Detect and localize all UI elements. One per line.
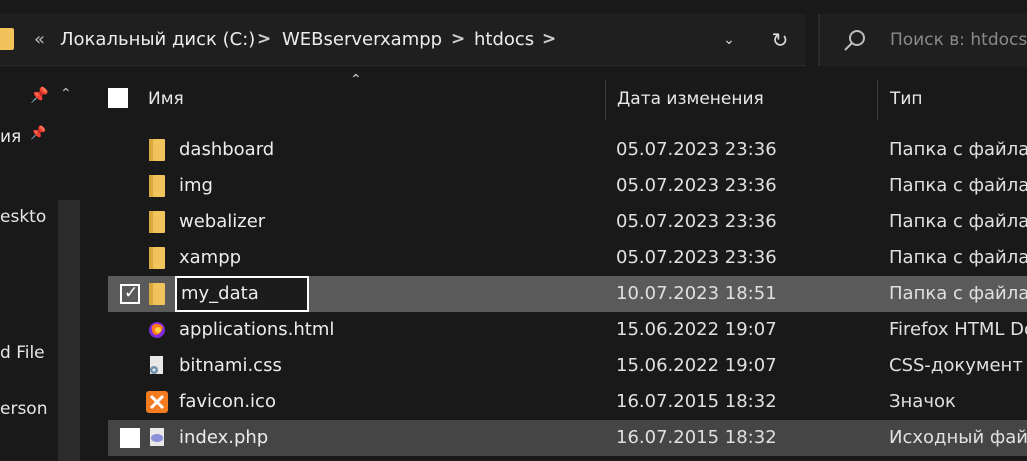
sort-ascending-icon: ⌃ bbox=[350, 72, 362, 88]
column-header: ⌃ Имя Дата изменения Тип bbox=[80, 72, 1027, 120]
file-explorer-window: « Локальный диск (C:) > WEBserverxampp >… bbox=[0, 0, 1027, 461]
file-type: CSS-документ bbox=[889, 355, 1023, 376]
overflow-chevron-icon[interactable]: « bbox=[34, 28, 45, 52]
address-bar[interactable]: « Локальный диск (C:) > WEBserverxampp >… bbox=[0, 14, 806, 66]
list-item[interactable]: webalizer 05.07.2023 23:36 Папка с файла… bbox=[108, 204, 1027, 240]
file-type: Папка с файлами bbox=[889, 175, 1027, 196]
column-name[interactable]: Имя bbox=[148, 88, 184, 110]
nav-item-quick-access[interactable]: ия bbox=[0, 124, 30, 150]
column-type[interactable]: Тип bbox=[890, 88, 923, 110]
file-name: applications.html bbox=[179, 319, 335, 340]
file-date: 10.07.2023 18:51 bbox=[616, 283, 777, 304]
file-name: img bbox=[179, 175, 213, 196]
file-date: 16.07.2015 18:32 bbox=[616, 391, 777, 412]
file-type: Папка с файлами bbox=[889, 139, 1027, 160]
file-name: index.php bbox=[179, 427, 269, 448]
search-input[interactable] bbox=[890, 28, 1027, 52]
breadcrumb-separator-icon[interactable]: > bbox=[542, 26, 556, 52]
chevron-up-icon[interactable]: ⌃ bbox=[60, 86, 72, 102]
list-item[interactable]: applications.html 15.06.2022 19:07 Firef… bbox=[108, 312, 1027, 348]
nav-item-personal[interactable]: erson bbox=[0, 396, 56, 422]
folder-icon bbox=[149, 175, 165, 197]
nav-item-desktop[interactable]: eskto bbox=[0, 204, 56, 230]
file-date: 05.07.2023 23:36 bbox=[616, 211, 777, 232]
breadcrumb-separator-icon[interactable]: > bbox=[451, 26, 465, 52]
file-date: 05.07.2023 23:36 bbox=[616, 247, 777, 268]
list-item-selected[interactable]: ✓ my_data 10.07.2023 18:51 Папка с файла… bbox=[108, 276, 1027, 312]
file-list: dashboard 05.07.2023 23:36 Папка с файла… bbox=[80, 132, 1027, 461]
breadcrumb-webserverxampp[interactable]: WEBserverxampp bbox=[282, 28, 442, 52]
folder-icon bbox=[149, 283, 165, 305]
refresh-icon[interactable]: ↻ bbox=[764, 28, 796, 52]
rename-input[interactable]: my_data bbox=[175, 276, 309, 312]
breadcrumb-separator-icon[interactable]: > bbox=[257, 26, 271, 52]
toolbar: « Локальный диск (C:) > WEBserverxampp >… bbox=[0, 0, 1027, 80]
column-date[interactable]: Дата изменения bbox=[617, 88, 764, 110]
file-name: xampp bbox=[179, 247, 242, 268]
list-item[interactable]: bitnami.css 15.06.2022 19:07 CSS-докумен… bbox=[108, 348, 1027, 384]
row-checkbox[interactable]: ✓ bbox=[120, 283, 140, 304]
list-item[interactable]: favicon.ico 16.07.2015 18:32 Значок bbox=[108, 384, 1027, 420]
file-name: bitnami.css bbox=[179, 355, 282, 376]
pin-icon: 📌 bbox=[30, 126, 47, 141]
pin-icon[interactable]: 📌 bbox=[30, 86, 49, 104]
list-item-hovered[interactable]: index.php 16.07.2015 18:32 Исходный файл… bbox=[108, 420, 1027, 456]
row-checkbox[interactable] bbox=[120, 428, 140, 448]
search-icon bbox=[844, 30, 865, 51]
xampp-icon bbox=[146, 391, 168, 413]
file-type: Папка с файлами bbox=[889, 247, 1027, 268]
folder-icon bbox=[0, 28, 14, 50]
breadcrumb-local-disk[interactable]: Локальный диск (C:) bbox=[60, 28, 255, 52]
firefox-icon bbox=[149, 322, 165, 338]
folder-icon bbox=[149, 139, 165, 161]
file-date: 15.06.2022 19:07 bbox=[616, 355, 777, 376]
column-divider[interactable] bbox=[877, 80, 878, 120]
list-item[interactable]: img 05.07.2023 23:36 Папка с файлами bbox=[108, 168, 1027, 204]
file-name: webalizer bbox=[179, 211, 266, 232]
file-name: dashboard bbox=[179, 139, 275, 160]
file-date: 15.06.2022 19:07 bbox=[616, 319, 777, 340]
file-date: 16.07.2015 18:32 bbox=[616, 427, 777, 448]
column-divider[interactable] bbox=[605, 80, 606, 120]
chevron-down-icon[interactable]: ⌄ bbox=[716, 28, 742, 52]
breadcrumb-htdocs[interactable]: htdocs bbox=[474, 28, 534, 52]
select-all-checkbox[interactable] bbox=[108, 88, 128, 108]
checkmark-icon: ✓ bbox=[124, 283, 139, 303]
list-item[interactable]: dashboard 05.07.2023 23:36 Папка с файла… bbox=[108, 132, 1027, 168]
navigation-pane: 📌 ⌃ ия 📌 eskto d File erson bbox=[0, 80, 80, 461]
nav-item-files[interactable]: d File bbox=[0, 340, 56, 366]
file-type: Исходный файл PHP bbox=[889, 427, 1027, 448]
file-type: Firefox HTML Document bbox=[889, 319, 1027, 340]
folder-icon bbox=[149, 211, 165, 233]
file-type: Папка с файлами bbox=[889, 283, 1027, 304]
css-file-icon bbox=[150, 356, 163, 374]
file-name: favicon.ico bbox=[179, 391, 276, 412]
file-date: 05.07.2023 23:36 bbox=[616, 139, 777, 160]
folder-icon bbox=[149, 247, 165, 269]
file-type: Значок bbox=[889, 391, 956, 412]
file-type: Папка с файлами bbox=[889, 211, 1027, 232]
php-file-icon bbox=[150, 428, 164, 446]
search-box[interactable] bbox=[818, 14, 1027, 66]
list-item[interactable]: xampp 05.07.2023 23:36 Папка с файлами bbox=[108, 240, 1027, 276]
nav-scrollbar[interactable] bbox=[58, 200, 80, 461]
file-date: 05.07.2023 23:36 bbox=[616, 175, 777, 196]
